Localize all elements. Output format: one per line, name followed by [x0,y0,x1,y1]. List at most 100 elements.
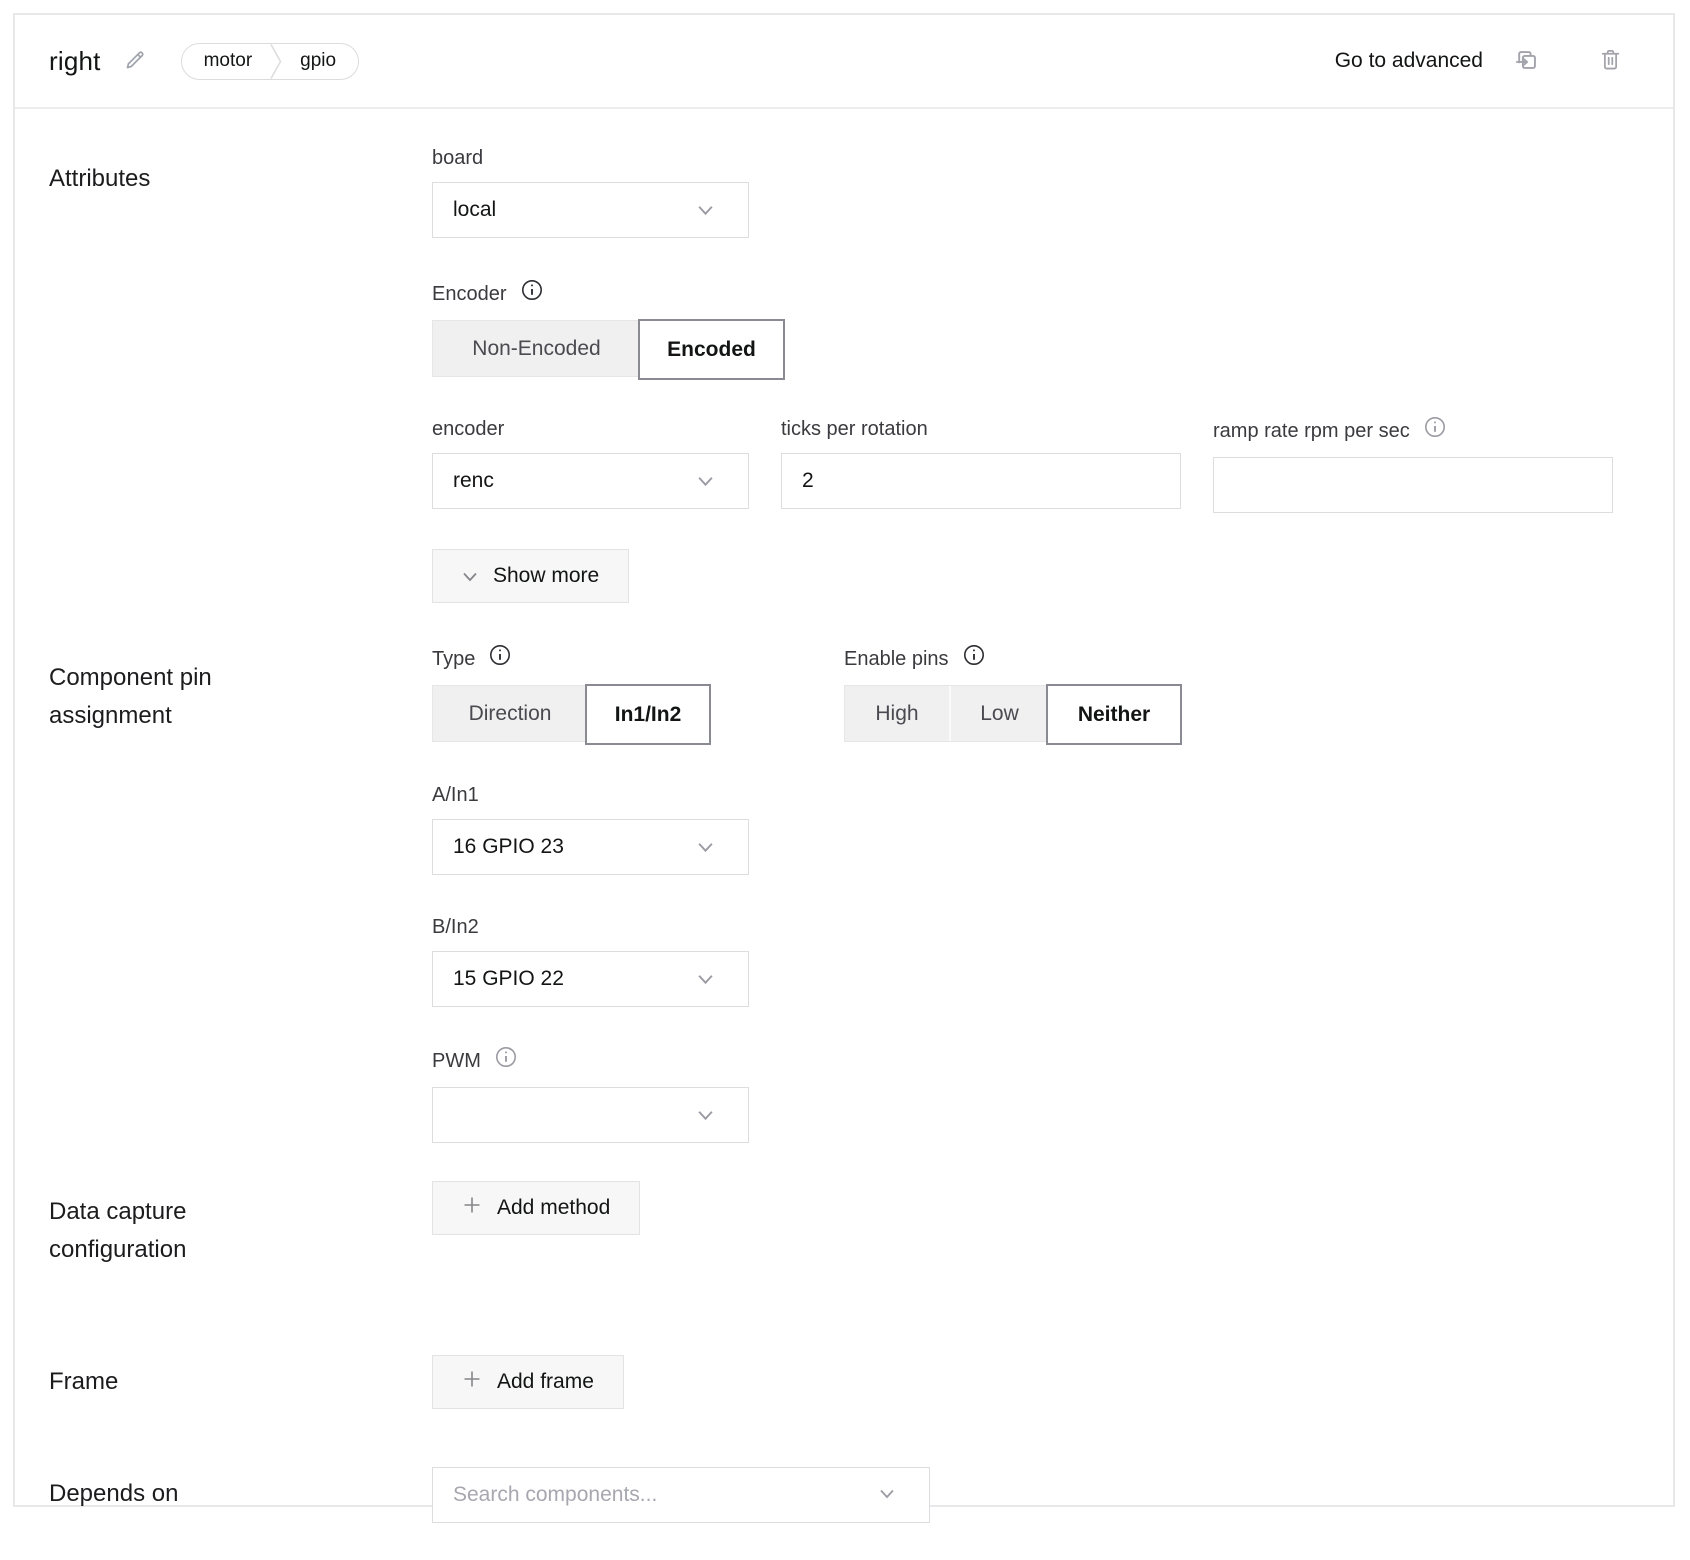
toggle-option-non-encoded[interactable]: Non-Encoded [433,321,640,376]
enable-pins-toggle: High Low Neither [844,685,1181,742]
toggle-option-low[interactable]: Low [949,686,1048,741]
data-capture-content: Add method [432,1181,640,1269]
ramp-label-row: ramp rate rpm per sec [1213,415,1613,447]
edit-name-button[interactable] [123,48,147,75]
pencil-icon [123,48,147,75]
b-in2-field-group: B/In2 15 GPIO 22 [432,913,1181,1007]
type-label-row: Type [432,643,710,675]
search-components-input[interactable] [453,1483,879,1507]
card-body: Attributes board local Encoder [15,144,1673,1560]
section-depends-on: Depends on [49,1467,1629,1560]
attributes-section-label: Attributes [49,144,432,603]
pins-section-content: Type Direction In1/In2 [432,643,1181,1143]
board-dropdown[interactable]: local [432,182,749,238]
card-header: right motor gpio Go to advanced [15,15,1673,109]
encoder-toggle-group: Encoder Non-Encoded Encoded [432,278,1613,377]
data-capture-section-label: Data capture configuration [49,1181,432,1269]
show-more-button[interactable]: Show more [432,549,629,603]
duplicate-button[interactable] [1513,46,1540,76]
ticks-input[interactable] [781,453,1181,509]
chip-type: motor [186,50,271,72]
info-icon[interactable] [520,278,544,310]
trash-icon [1598,47,1623,75]
data-capture-label-line2: configuration [49,1231,432,1269]
type-model-chips: motor gpio [181,43,360,80]
encoder-label: encoder [432,415,749,443]
type-label: Type [432,645,475,673]
depends-on-section-label: Depends on [49,1467,432,1523]
pins-section-label: Component pin assignment [49,643,432,1143]
frame-section-label: Frame [49,1355,432,1409]
show-more-label: Show more [493,564,599,588]
pwm-label: PWM [432,1047,481,1075]
enable-pins-label: Enable pins [844,645,949,673]
frame-content: Add frame [432,1355,624,1409]
section-component-pin-assignment: Component pin assignment Type [49,643,1629,1143]
board-label: board [432,144,1613,172]
pwm-dropdown[interactable] [432,1087,749,1143]
type-enable-row: Type Direction In1/In2 [432,643,1181,742]
plus-icon [462,1369,482,1395]
header-actions: Go to advanced [1335,46,1623,76]
b-in2-dropdown-value: 15 GPIO 22 [453,967,564,991]
info-icon[interactable] [488,643,512,675]
b-in2-label: B/In2 [432,913,1181,941]
a-in1-dropdown-value: 16 GPIO 23 [453,835,564,859]
ramp-label: ramp rate rpm per sec [1213,417,1410,445]
toggle-option-encoded[interactable]: Encoded [638,319,785,380]
a-in1-dropdown[interactable]: 16 GPIO 23 [432,819,749,875]
type-toggle: Direction In1/In2 [432,685,710,742]
pwm-label-row: PWM [432,1045,1181,1077]
attributes-section-content: board local Encoder [432,144,1613,603]
plus-icon [462,1195,482,1221]
pins-label-line2: assignment [49,697,432,735]
encoder-field-group: encoder renc [432,415,749,513]
info-icon[interactable] [494,1045,518,1077]
a-in1-label: A/In1 [432,781,1181,809]
toggle-option-high[interactable]: High [845,686,949,741]
toggle-option-in1in2[interactable]: In1/In2 [585,684,711,745]
ramp-field-group: ramp rate rpm per sec [1213,415,1613,513]
board-field-group: board local [432,144,1613,238]
add-frame-label: Add frame [497,1370,594,1394]
go-to-advanced-link[interactable]: Go to advanced [1335,49,1483,73]
chevron-down-icon [697,835,714,859]
component-name: right [49,46,101,77]
toggle-option-neither[interactable]: Neither [1046,684,1182,745]
component-config-card: right motor gpio Go to advanced [13,13,1675,1507]
info-icon[interactable] [1423,415,1447,447]
duplicate-icon [1513,46,1540,76]
ticks-field-group: ticks per rotation [781,415,1181,513]
info-icon[interactable] [962,643,986,675]
chevron-down-icon [879,1486,895,1504]
pins-label-line1: Component pin [49,659,432,697]
toggle-option-direction[interactable]: Direction [433,686,587,741]
add-method-button[interactable]: Add method [432,1181,640,1235]
depends-on-search-dropdown[interactable] [432,1467,930,1523]
enable-pins-toggle-group: Enable pins High Low Neither [844,643,1181,742]
chevron-down-icon [697,469,714,493]
ramp-input[interactable] [1213,457,1613,513]
ticks-label: ticks per rotation [781,415,1181,443]
chip-model: gpio [282,50,354,72]
encoder-toggle-label-row: Encoder [432,278,1613,310]
board-dropdown-value: local [453,198,496,222]
chevron-down-icon [697,967,714,991]
delete-button[interactable] [1598,47,1623,75]
add-frame-button[interactable]: Add frame [432,1355,624,1409]
encoder-toggle: Non-Encoded Encoded [432,320,784,377]
encoder-toggle-label: Encoder [432,280,507,308]
chevron-down-icon [697,1103,714,1127]
depends-on-content [432,1467,930,1523]
section-data-capture: Data capture configuration Add method [49,1181,1629,1269]
add-method-label: Add method [497,1196,610,1220]
pwm-field-group: PWM [432,1045,1181,1143]
encoder-dropdown[interactable]: renc [432,453,749,509]
encoder-settings-row: encoder renc ticks per rotation [432,415,1613,513]
chip-divider-chevron [270,44,282,79]
b-in2-dropdown[interactable]: 15 GPIO 22 [432,951,749,1007]
enable-pins-label-row: Enable pins [844,643,1181,675]
section-attributes: Attributes board local Encoder [49,144,1629,603]
a-in1-field-group: A/In1 16 GPIO 23 [432,781,1181,875]
data-capture-label-line1: Data capture [49,1193,432,1231]
